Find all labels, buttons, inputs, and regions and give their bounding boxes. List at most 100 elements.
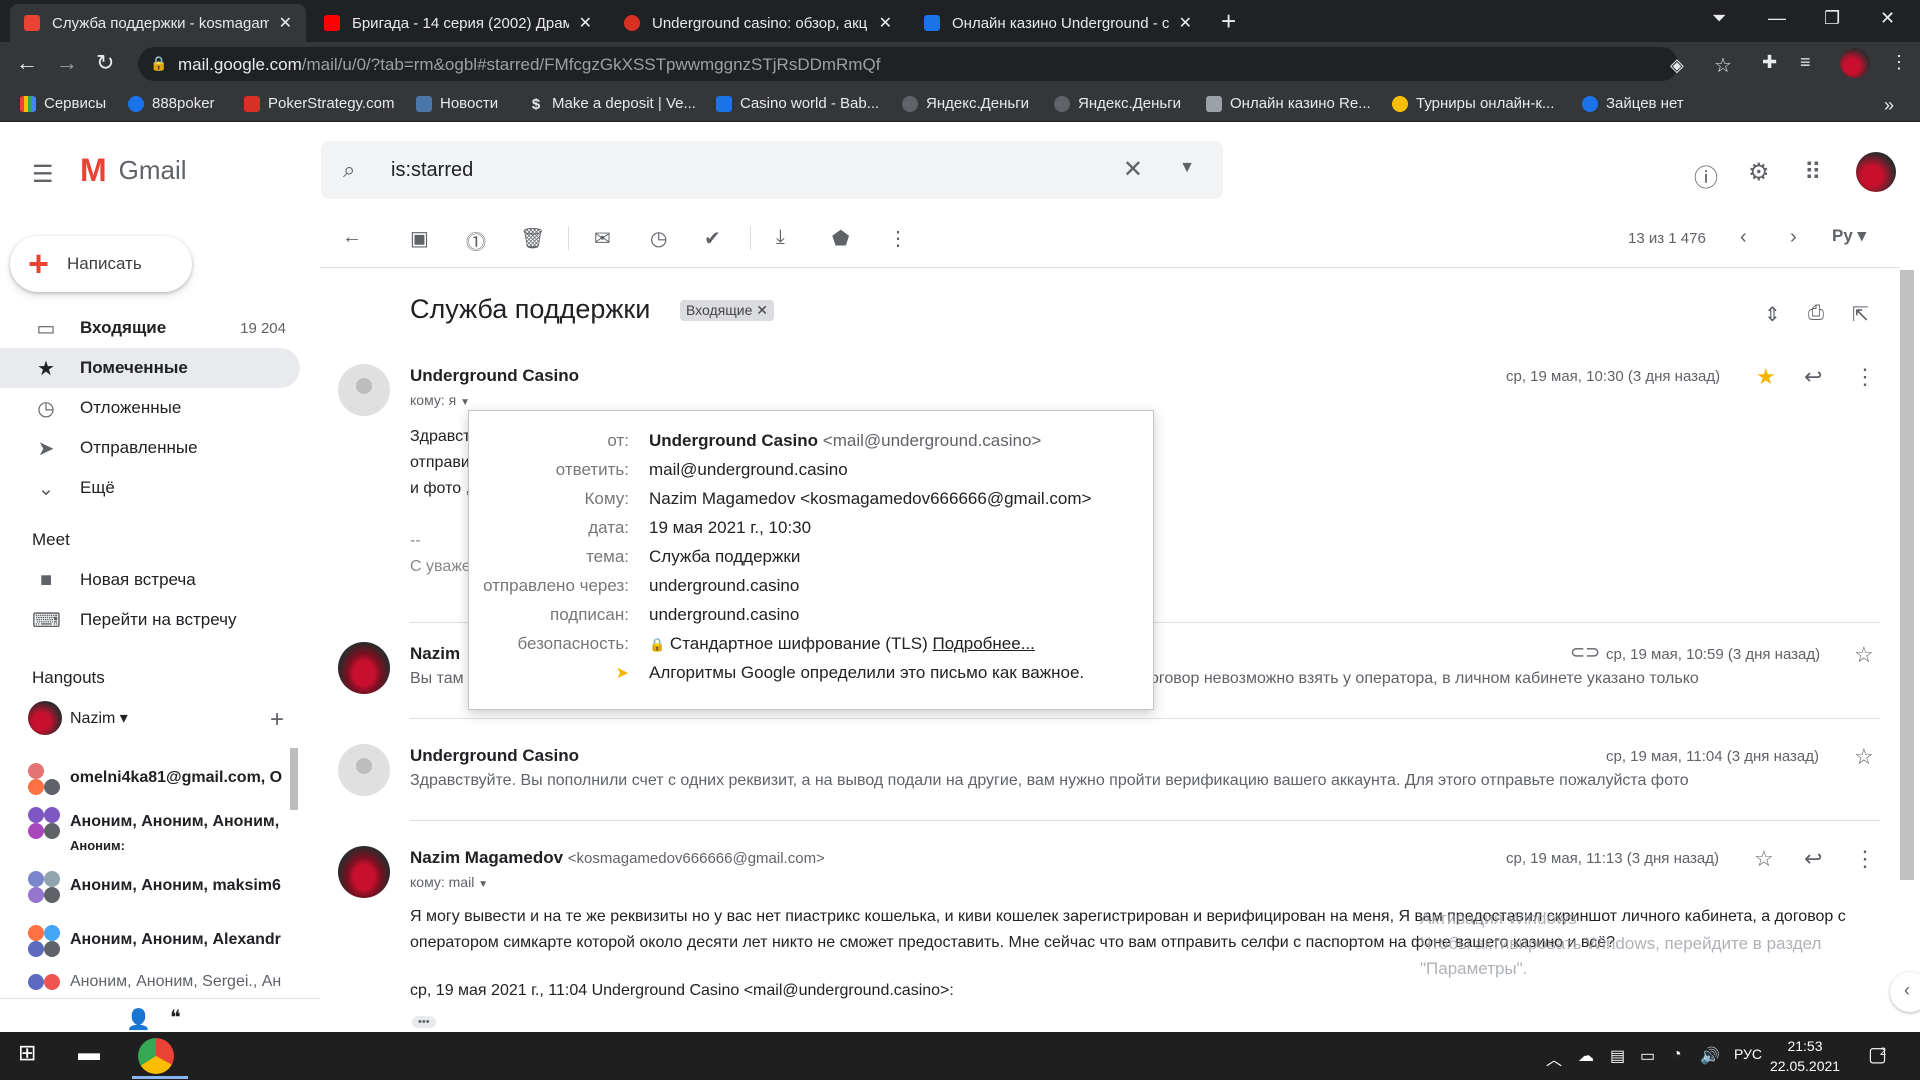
hangout-conversation[interactable]: Аноним, Аноним, Sergei., Ан [28,968,288,996]
profile-avatar[interactable] [1840,48,1870,78]
close-tab-icon[interactable]: ✕ [879,13,892,33]
bookmark-item[interactable]: Онлайн казино Re... [1206,95,1371,112]
settings-gear-icon[interactable]: ⚙ [1748,158,1770,187]
gmail-logo[interactable]: M Gmail [80,152,187,189]
compose-button[interactable]: + Написать [10,236,192,292]
back-icon[interactable]: ← [16,50,38,76]
newer-icon[interactable]: ‹ [1740,226,1747,249]
tray-overflow-icon[interactable]: ︿ [1546,1046,1562,1070]
hangouts-chat-icon[interactable]: ❝ [170,1005,181,1030]
sidebar-item-sent[interactable]: ➤ Отправленные [0,428,300,468]
sidebar-item-snoozed[interactable]: ◷ Отложенные [0,388,300,428]
input-tools-button[interactable]: Ру ▾ [1832,226,1866,246]
new-tab-icon[interactable]: + [1221,6,1236,37]
main-menu-icon[interactable]: ☰ [32,160,54,189]
hangout-conversation[interactable]: Аноним, Аноним, Alexandr [28,918,288,962]
mark-unread-icon[interactable]: ✉ [594,226,611,251]
bookmark-item[interactable]: Яндекс.Деньги [1054,95,1181,112]
hangout-conversation[interactable]: omelni4ka81@gmail.com, O [28,756,288,800]
learn-more-link[interactable]: Подробнее... [933,634,1035,653]
minimize-icon[interactable]: — [1768,8,1786,29]
bookmark-star-icon[interactable]: ☆ [1714,53,1732,78]
windows-start-icon[interactable]: ⊞ [18,1040,36,1066]
move-to-icon[interactable]: ⤓ [776,226,785,249]
address-bar[interactable]: 🔒 mail.google.com/mail/u/0/?tab=rm&ogbl#… [138,47,1732,81]
bookmark-item[interactable]: Зайцев нет [1582,95,1684,112]
wifi-icon[interactable]: ◔ [1672,1046,1682,1064]
browser-menu-icon[interactable]: ⋮ [1890,52,1908,73]
google-apps-icon[interactable]: ⠿ [1804,158,1822,187]
recipient-line[interactable]: кому: я ▼ [410,392,470,408]
extensions-puzzle-icon[interactable]: ✚ [1762,52,1777,73]
extension-icon[interactable]: ◈ [1670,55,1684,76]
back-to-list-icon[interactable]: ← [342,226,362,249]
message-more-icon[interactable]: ⋮ [1854,364,1876,390]
onedrive-icon[interactable]: ☁ [1578,1046,1594,1066]
reload-icon[interactable]: ↻ [96,50,114,76]
media-control-icon[interactable]: ≡ [1800,52,1811,73]
page-scrollbar[interactable] [1900,270,1914,880]
battery-icon[interactable]: ▭ [1640,1046,1655,1066]
volume-icon[interactable]: 🔊 [1700,1046,1720,1066]
meet-new-meeting[interactable]: ■ Новая встреча [0,560,300,600]
notifications-icon[interactable]: ▢ 2 [1868,1042,1887,1067]
hangouts-user[interactable]: Nazim ▾ [28,696,288,740]
sender-name[interactable]: Nazim Magamedov <kosmagamedov666666@gmai… [410,848,825,868]
close-tab-icon[interactable]: ✕ [579,13,592,33]
sender-name[interactable]: Underground Casino [410,366,579,386]
archive-icon[interactable]: ▣ [410,226,429,251]
maximize-icon[interactable]: ❐ [1824,8,1840,29]
browser-tab-casino-online[interactable]: Онлайн казино Underground - с ✕ [910,4,1206,42]
chrome-icon[interactable] [138,1038,174,1074]
bookmarks-overflow-icon[interactable]: » [1884,95,1894,116]
delete-icon[interactable]: 🗑 [520,226,545,251]
sidebar-item-inbox[interactable]: ▭ Входящие 19 204 [0,308,300,348]
print-icon[interactable]: ⎙ [1808,302,1824,325]
star-outline-icon[interactable]: ☆ [1754,846,1774,872]
browser-tab-youtube[interactable]: Бригада - 14 серия (2002) Драм ✕ [310,4,606,42]
help-icon[interactable]: ⓘ [1694,158,1718,193]
account-avatar[interactable] [1856,152,1896,192]
search-icon[interactable]: ⌕ [343,157,355,183]
add-task-icon[interactable]: ✔ [704,226,721,251]
close-tab-icon[interactable]: ✕ [1179,13,1192,33]
star-outline-icon[interactable]: ☆ [1854,642,1874,668]
hangout-conversation[interactable]: Аноним, Аноним, maksim6 [28,864,288,908]
meet-join-meeting[interactable]: ⌨ Перейти на встречу [0,600,300,640]
show-trimmed-content-button[interactable]: ••• [412,1016,436,1028]
tray-app-icon[interactable]: ▤ [1610,1046,1625,1066]
close-window-icon[interactable]: ✕ [1880,8,1895,29]
snooze-icon[interactable]: ◷ [650,226,667,251]
reply-icon[interactable]: ↩ [1804,846,1822,872]
profile-menu-icon[interactable]: ⏷ [1712,8,1726,29]
message-more-icon[interactable]: ⋮ [1854,846,1876,872]
clear-search-icon[interactable]: ✕ [1123,155,1143,184]
bookmark-item[interactable]: Casino world - Bab... [716,95,879,112]
search-input[interactable] [391,153,991,187]
hangout-conversation[interactable]: Аноним, Аноним, Аноним, [28,800,288,844]
sidebar-item-more[interactable]: ⌄ Ещё [0,468,300,508]
add-contact-icon[interactable]: + [270,706,284,734]
close-tab-icon[interactable]: ✕ [279,13,292,33]
recipient-line[interactable]: кому: mail ▼ [410,874,488,890]
search-options-icon[interactable]: ▼ [1179,159,1195,177]
star-filled-icon[interactable]: ★ [1756,364,1776,390]
reply-icon[interactable]: ↩ [1804,364,1822,390]
bookmark-item[interactable]: Сервисы [20,95,106,112]
open-new-window-icon[interactable]: ⇱ [1852,302,1869,327]
forward-icon[interactable]: → [56,50,78,76]
bookmark-item[interactable]: Турниры онлайн-к... [1392,95,1554,112]
label-chip-inbox[interactable]: Входящие ✕ [680,300,775,321]
older-icon[interactable]: › [1790,226,1797,249]
bookmark-item[interactable]: Яндекс.Деньги [902,95,1029,112]
browser-tab-casino-review[interactable]: Underground casino: обзор, акц ✕ [610,4,906,42]
bookmark-item[interactable]: PokerStrategy.com [244,95,394,112]
bookmark-item[interactable]: $ Make a deposit | Ve... [528,95,696,113]
browser-tab-gmail[interactable]: Служба поддержки - kosmagam ✕ [10,4,306,42]
label-icon[interactable]: ⬟ [832,226,849,251]
more-actions-icon[interactable]: ⋮ [888,226,908,251]
bookmark-item[interactable]: Новости [416,95,498,112]
star-outline-icon[interactable]: ☆ [1854,744,1874,770]
input-language[interactable]: РУС [1734,1046,1762,1062]
desktop-app-icon[interactable]: ▬ [78,1040,100,1066]
